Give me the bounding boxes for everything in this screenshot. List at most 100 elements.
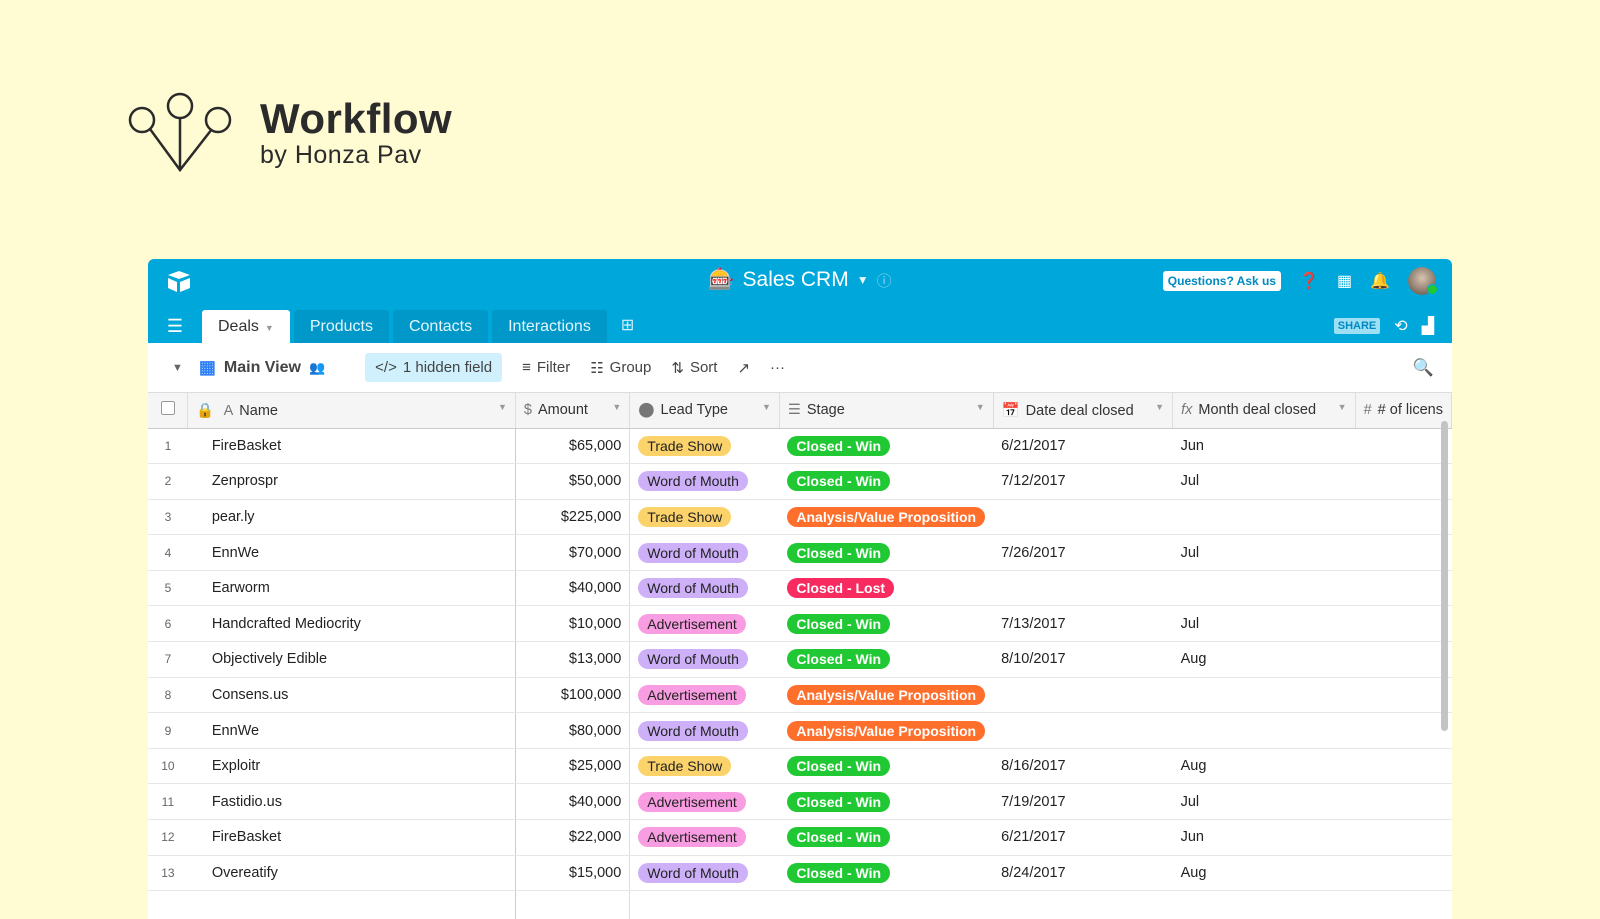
lead-type-cell[interactable]: Trade Show (629, 499, 780, 536)
month-cell[interactable] (1172, 677, 1356, 714)
date-cell[interactable] (993, 570, 1173, 607)
stage-cell[interactable]: Closed - Win (779, 534, 994, 571)
amount-cell[interactable]: $40,000 (515, 570, 631, 607)
help-icon[interactable]: ❓ (1299, 271, 1319, 291)
month-cell[interactable]: Aug (1172, 641, 1356, 678)
name-cell[interactable]: Exploitr (187, 748, 516, 785)
toggle-views-icon[interactable]: ▼ (172, 362, 183, 374)
month-cell[interactable]: Aug (1172, 855, 1356, 892)
date-cell[interactable] (993, 712, 1173, 749)
menu-icon[interactable]: ☰ (148, 316, 202, 343)
amount-cell[interactable]: $70,000 (515, 534, 631, 571)
date-cell[interactable] (993, 499, 1173, 536)
lead-type-cell[interactable]: Word of Mouth (629, 855, 780, 892)
lead-type-cell[interactable]: Word of Mouth (629, 534, 780, 571)
bell-icon[interactable]: 🔔 (1370, 271, 1390, 291)
table-row[interactable]: 9 EnnWe $80,000 Word of Mouth Analysis/V… (148, 712, 1452, 749)
chevron-down-icon[interactable]: ▼ (762, 402, 771, 412)
amount-cell[interactable]: $80,000 (515, 712, 631, 749)
add-table-icon[interactable]: ⊞ (611, 315, 644, 343)
stage-cell[interactable]: Analysis/Value Proposition (779, 499, 994, 536)
amount-cell[interactable]: $100,000 (515, 677, 631, 714)
licenses-cell[interactable] (1355, 534, 1452, 571)
licenses-cell[interactable] (1355, 463, 1452, 500)
lead-type-cell[interactable]: Word of Mouth (629, 712, 780, 749)
lead-type-cell[interactable]: Trade Show (629, 748, 780, 785)
base-name[interactable]: Sales CRM (743, 268, 849, 292)
table-row[interactable]: 3 pear.ly $225,000 Trade Show Analysis/V… (148, 499, 1452, 536)
share-view-icon[interactable]: ↗ (737, 359, 750, 377)
view-switcher[interactable]: ▦ Main View 👥 (199, 357, 325, 378)
stage-cell[interactable]: Closed - Win (779, 855, 994, 892)
name-cell[interactable]: EnnWe (187, 534, 516, 571)
select-all-checkbox[interactable] (148, 393, 189, 429)
licenses-cell[interactable] (1355, 641, 1452, 678)
tab-interactions[interactable]: Interactions (492, 310, 607, 343)
stage-cell[interactable]: Closed - Lost (779, 570, 994, 607)
licenses-cell[interactable] (1355, 855, 1452, 892)
lead-type-cell[interactable]: Word of Mouth (629, 570, 780, 607)
licenses-cell[interactable] (1355, 428, 1452, 465)
chevron-down-icon[interactable]: ▼ (1155, 402, 1164, 412)
month-cell[interactable]: Jun (1172, 428, 1356, 465)
more-button[interactable]: ··· (770, 359, 785, 376)
name-cell[interactable] (187, 890, 516, 919)
table-row[interactable]: 1 FireBasket $65,000 Trade Show Closed -… (148, 428, 1452, 465)
licenses-cell[interactable] (1355, 748, 1452, 785)
column-month-deal-closed[interactable]: fx Month deal closed ▼ (1172, 393, 1356, 429)
name-cell[interactable]: Zenprospr (187, 463, 516, 500)
date-cell[interactable] (993, 677, 1173, 714)
stage-cell[interactable]: Analysis/Value Proposition (779, 712, 994, 749)
stage-cell[interactable]: Closed - Win (779, 748, 994, 785)
name-cell[interactable]: Earworm (187, 570, 516, 607)
month-cell[interactable]: Jul (1172, 783, 1356, 821)
amount-cell[interactable]: $22,000 (515, 819, 631, 856)
amount-cell[interactable]: $25,000 (515, 748, 631, 785)
lead-type-cell[interactable]: Advertisement (629, 677, 780, 714)
column-date-deal-closed[interactable]: 📅 Date deal closed ▼ (993, 393, 1174, 429)
name-cell[interactable]: EnnWe (187, 712, 516, 749)
name-cell[interactable]: Fastidio.us (187, 783, 516, 821)
month-cell[interactable] (1172, 570, 1356, 607)
date-cell[interactable]: 7/19/2017 (993, 783, 1173, 821)
amount-cell[interactable]: $225,000 (515, 499, 631, 536)
lead-type-cell[interactable]: Trade Show (629, 428, 780, 465)
stage-cell[interactable]: Closed - Win (779, 819, 994, 856)
table-row[interactable]: 13 Overeatify $15,000 Word of Mouth Clos… (148, 855, 1452, 892)
licenses-cell[interactable] (1355, 499, 1452, 536)
licenses-cell[interactable] (1355, 712, 1452, 749)
name-cell[interactable]: pear.ly (187, 499, 516, 536)
share-button[interactable]: SHARE (1333, 318, 1381, 334)
lead-type-cell[interactable]: Word of Mouth (629, 463, 780, 500)
chevron-down-icon[interactable]: ▼ (1338, 402, 1347, 412)
month-cell[interactable]: Jul (1172, 605, 1356, 643)
amount-cell[interactable]: $65,000 (515, 428, 631, 465)
lead-type-cell[interactable]: Advertisement (629, 605, 780, 643)
table-row[interactable]: 5 Earworm $40,000 Word of Mouth Closed -… (148, 570, 1452, 607)
column-name[interactable]: 🔒 A Name ▼ (187, 393, 516, 429)
checkbox[interactable] (160, 401, 175, 416)
chevron-down-icon[interactable]: ▼ (498, 402, 507, 412)
table-row[interactable]: 6 Handcrafted Mediocrity $10,000 Adverti… (148, 605, 1452, 643)
month-cell[interactable]: Jul (1172, 534, 1356, 571)
blocks-icon[interactable]: ▟ (1422, 316, 1434, 336)
tab-contacts[interactable]: Contacts (392, 310, 489, 343)
column-stage[interactable]: ☰ Stage ▼ (779, 393, 994, 429)
amount-cell[interactable]: $15,000 (515, 855, 631, 892)
month-cell[interactable]: Aug (1172, 748, 1356, 785)
chevron-down-icon[interactable]: ▼ (857, 273, 869, 287)
cell[interactable] (629, 890, 1452, 919)
licenses-cell[interactable] (1355, 605, 1452, 643)
licenses-cell[interactable] (1355, 783, 1452, 821)
hidden-fields-button[interactable]: </> 1 hidden field (365, 353, 503, 382)
table-row[interactable]: 12 FireBasket $22,000 Advertisement Clos… (148, 819, 1452, 856)
vertical-scrollbar[interactable] (1441, 421, 1448, 731)
month-cell[interactable]: Jun (1172, 819, 1356, 856)
table-row[interactable]: 7 Objectively Edible $13,000 Word of Mou… (148, 641, 1452, 678)
amount-cell[interactable]: $40,000 (515, 783, 631, 821)
questions-button[interactable]: Questions? Ask us (1162, 271, 1282, 291)
stage-cell[interactable]: Closed - Win (779, 428, 994, 465)
name-cell[interactable]: Overeatify (187, 855, 516, 892)
table-row[interactable]: 2 Zenprospr $50,000 Word of Mouth Closed… (148, 463, 1452, 500)
lead-type-cell[interactable]: Advertisement (629, 783, 780, 821)
